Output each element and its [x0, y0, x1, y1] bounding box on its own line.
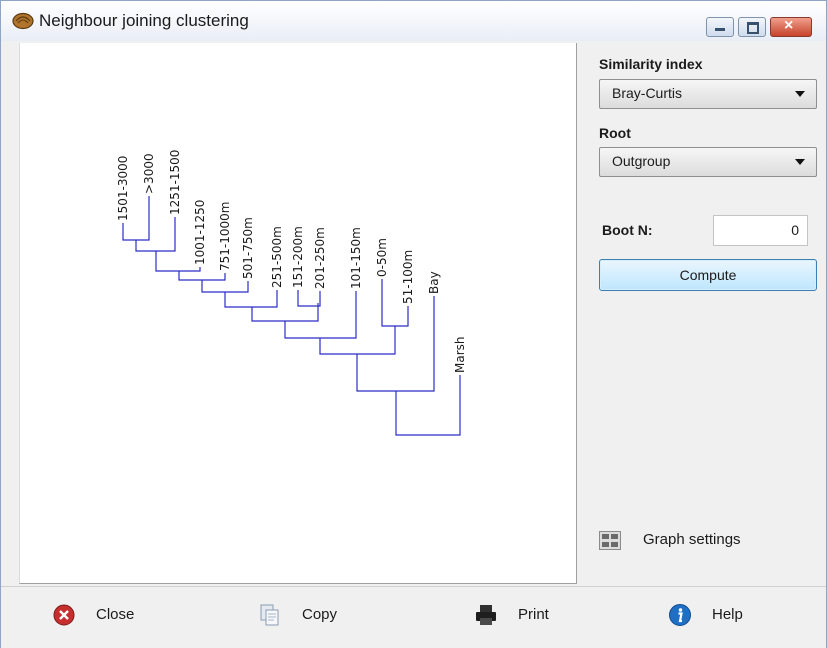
- dendrogram-plot[interactable]: 1501-3000 >3000 1251-1500 1001-1250 751-1000…: [19, 43, 577, 584]
- window-title: Neighbour joining clustering: [39, 11, 249, 30]
- window-close-button[interactable]: ×: [770, 17, 812, 37]
- similarity-index-select[interactable]: Bray-Curtis: [599, 79, 817, 109]
- help-label: Help: [712, 606, 743, 623]
- leaf-label: 1251-1500: [168, 150, 182, 215]
- leaf-label: 501-750m: [241, 217, 255, 279]
- boot-n-label: Boot N:: [602, 222, 653, 238]
- root-value: Outgroup: [612, 153, 671, 169]
- boot-n-input[interactable]: 0: [713, 215, 808, 246]
- close-icon: ×: [784, 17, 794, 34]
- leaf-label: 201-250m: [313, 227, 327, 289]
- bottom-toolbar: Close Copy Print Help: [1, 586, 826, 648]
- boot-n-value: 0: [791, 222, 799, 238]
- info-icon: [669, 604, 691, 626]
- branch-13: [395, 375, 461, 436]
- close-circle-icon: [53, 604, 75, 626]
- copy-icon: [260, 604, 279, 626]
- title-bar: Neighbour joining clustering ×: [1, 1, 826, 41]
- maximize-button[interactable]: [738, 17, 766, 37]
- branch-8: [297, 290, 321, 307]
- graph-settings-label: Graph settings: [643, 531, 741, 548]
- branch-4: [178, 271, 226, 281]
- printer-icon: [476, 605, 496, 625]
- root-label: Root: [599, 125, 631, 141]
- leaf-label: 0-50m: [375, 238, 389, 277]
- leaf-label: 1501-3000: [116, 156, 130, 221]
- similarity-index-value: Bray-Curtis: [612, 85, 683, 101]
- leaf-label: 151-200m: [291, 226, 305, 288]
- maximize-icon: [747, 22, 759, 34]
- grid-settings-icon: [599, 531, 621, 550]
- leaf-label: Bay: [427, 271, 441, 294]
- app-window: Neighbour joining clustering × 1501-3000…: [0, 0, 827, 648]
- settings-panel: Similarity index Bray-Curtis Root Outgro…: [578, 43, 825, 584]
- dendrogram-svg: 1501-3000 >3000 1251-1500 1001-1250 751-1000…: [116, 150, 467, 436]
- branch-2: [135, 217, 176, 252]
- root-select[interactable]: Outgroup: [599, 147, 817, 177]
- print-label: Print: [518, 606, 549, 623]
- help-button[interactable]: Help: [668, 601, 788, 629]
- graph-settings-button[interactable]: Graph settings: [599, 529, 799, 553]
- branch-5: [201, 280, 249, 293]
- fossil-shell-icon: [12, 12, 34, 30]
- leaf-label: 251-500m: [270, 226, 284, 288]
- close-button[interactable]: Close: [52, 601, 172, 629]
- leaf-label: 101-150m: [349, 227, 363, 289]
- leaf-label: 751-1000m: [218, 202, 232, 271]
- print-button[interactable]: Print: [474, 601, 594, 629]
- branch-11: [319, 326, 396, 355]
- leaf-label: >3000: [142, 153, 156, 194]
- chevron-down-icon: [795, 159, 805, 165]
- leaf-label: 1001-1250: [193, 200, 207, 265]
- chevron-down-icon: [795, 91, 805, 97]
- leaf-label: 51-100m: [401, 250, 415, 304]
- tree-leaf-labels: 1501-3000 >3000 1251-1500 1001-1250 751-1000…: [116, 150, 467, 373]
- minimize-button[interactable]: [706, 17, 734, 37]
- leaf-label: Marsh: [453, 337, 467, 374]
- copy-button[interactable]: Copy: [258, 601, 378, 629]
- copy-label: Copy: [302, 606, 338, 623]
- minimize-icon: [715, 28, 725, 31]
- close-label: Close: [96, 606, 135, 623]
- compute-button[interactable]: Compute: [599, 259, 817, 291]
- similarity-index-label: Similarity index: [599, 56, 703, 72]
